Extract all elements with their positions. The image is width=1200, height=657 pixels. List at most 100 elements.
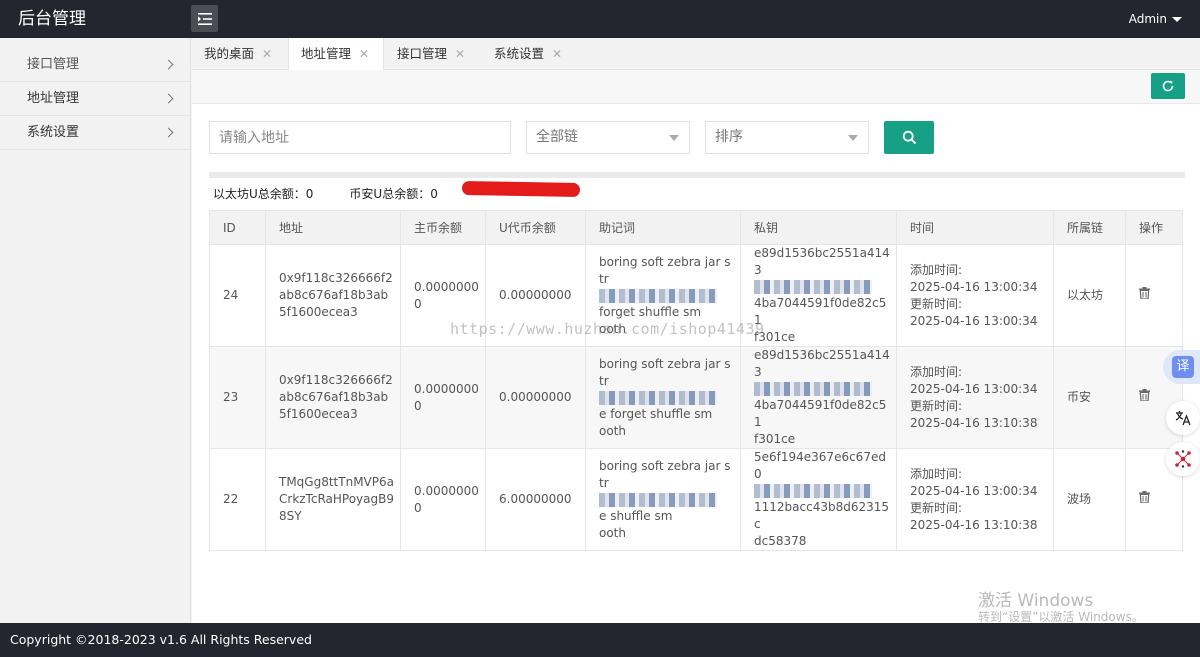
address-table: ID 地址 主币余额 U代币余额 助记词 私钥 时间 所属链 操作 24 0x9… bbox=[209, 210, 1183, 551]
key-text: 1112bacc43b8d62315c bbox=[754, 500, 890, 531]
sidebar-item-address[interactable]: 地址管理 bbox=[0, 82, 190, 116]
chevron-down-icon bbox=[848, 135, 858, 141]
divider bbox=[209, 172, 1185, 178]
translate-float-button[interactable]: 译 bbox=[1163, 350, 1200, 384]
trash-icon[interactable] bbox=[1139, 491, 1150, 508]
key-text: 4ba7044591f0de82c51 bbox=[754, 398, 887, 429]
cell-address: 0x9f118c326666f2ab8c676af18b3ab5f1600ece… bbox=[265, 346, 401, 449]
cell-chain: 波场 bbox=[1053, 448, 1126, 551]
caret-down-icon bbox=[1172, 17, 1182, 22]
time-value: 2025-04-16 13:00:34 bbox=[910, 279, 1038, 294]
toolbar bbox=[192, 70, 1200, 104]
sidebar: 接口管理 地址管理 系统设置 bbox=[0, 38, 191, 623]
refresh-icon bbox=[1162, 80, 1174, 92]
blurred-region bbox=[599, 390, 717, 405]
sidebar-item-api[interactable]: 接口管理 bbox=[0, 48, 190, 82]
time-value: 2025-04-16 13:00:34 bbox=[910, 313, 1038, 328]
time-value: 2025-04-16 13:00:34 bbox=[910, 483, 1038, 498]
col-time: 时间 bbox=[896, 210, 1054, 245]
close-icon[interactable]: ✕ bbox=[359, 47, 369, 61]
network-tool-button[interactable] bbox=[1166, 442, 1200, 476]
mnemonic-text: e shuffle sm bbox=[599, 508, 673, 523]
mnemonic-text: boring soft zebra jar str bbox=[599, 458, 731, 490]
time-label: 添加时间: bbox=[910, 466, 963, 481]
sort-select[interactable]: 排序 bbox=[705, 121, 869, 154]
cell-main-balance: 0.00000000 bbox=[400, 346, 486, 449]
blurred-region bbox=[754, 280, 872, 294]
table-row: 22 TMqGg8ttTnMVP6aCrkzTcRaHPoyagB98SY 0.… bbox=[209, 448, 1183, 551]
time-value: 2025-04-16 13:10:38 bbox=[910, 517, 1038, 532]
footer: Copyright ©2018-2023 v1.6 All Rights Res… bbox=[0, 623, 1200, 657]
language-button[interactable] bbox=[1166, 401, 1200, 435]
cell-id: 22 bbox=[209, 448, 266, 551]
col-main-balance: 主币余额 bbox=[400, 210, 486, 245]
col-chain: 所属链 bbox=[1053, 210, 1126, 245]
mnemonic-text: boring soft zebra jar str bbox=[599, 254, 731, 286]
close-icon[interactable]: ✕ bbox=[552, 47, 562, 61]
search-button[interactable] bbox=[884, 121, 934, 154]
mnemonic-text: boring soft zebra jar str bbox=[599, 356, 731, 388]
trash-icon[interactable] bbox=[1139, 389, 1150, 406]
chain-select-value: 全部链 bbox=[536, 129, 578, 145]
cell-mnemonic: boring soft zebra jar str e forget shuff… bbox=[585, 346, 741, 449]
table-header-row: ID 地址 主币余额 U代币余额 助记词 私钥 时间 所属链 操作 bbox=[209, 210, 1183, 245]
tab-label: 地址管理 bbox=[301, 46, 352, 61]
network-icon bbox=[1175, 450, 1191, 468]
blurred-region bbox=[754, 484, 872, 498]
cell-private-key: 5e6f194e367e6c67ed0 1112bacc43b8d62315c … bbox=[740, 448, 897, 551]
cell-private-key: e89d1536bc2551a4143 4ba7044591f0de82c51 … bbox=[740, 346, 897, 449]
menu-toggle-button[interactable] bbox=[191, 5, 218, 32]
sort-select-value: 排序 bbox=[715, 129, 743, 145]
mnemonic-text: e forget shuffle sm bbox=[599, 406, 713, 421]
tab-address[interactable]: 地址管理 ✕ bbox=[288, 38, 384, 71]
redaction-mark bbox=[461, 180, 581, 198]
tab-settings[interactable]: 系统设置 ✕ bbox=[481, 38, 578, 70]
user-name: Admin bbox=[1128, 12, 1167, 26]
chevron-right-icon bbox=[163, 93, 174, 104]
mnemonic-text: forget shuffle sm bbox=[599, 304, 702, 319]
address-search-input[interactable] bbox=[209, 121, 511, 154]
cell-actions bbox=[1125, 244, 1183, 347]
cell-time: 添加时间: 2025-04-16 13:00:34 更新时间: 2025-04-… bbox=[896, 244, 1054, 347]
cell-time: 添加时间: 2025-04-16 13:00:34 更新时间: 2025-04-… bbox=[896, 346, 1054, 449]
site-watermark: https://www.huzhan.com/ishop41439 bbox=[450, 320, 765, 338]
search-icon bbox=[902, 130, 916, 145]
trash-icon[interactable] bbox=[1139, 287, 1150, 304]
cell-mnemonic: boring soft zebra jar str e shuffle sm o… bbox=[585, 448, 741, 551]
table-row: 23 0x9f118c326666f2ab8c676af18b3ab5f1600… bbox=[209, 346, 1183, 449]
blurred-region bbox=[599, 492, 717, 507]
blurred-region bbox=[599, 288, 717, 303]
chevron-down-icon bbox=[669, 135, 679, 141]
tab-api[interactable]: 接口管理 ✕ bbox=[384, 38, 481, 70]
balance-summary: 以太坊U总余额：0 币安U总余额：0 bbox=[213, 185, 474, 202]
refresh-button[interactable] bbox=[1151, 73, 1185, 99]
chain-select[interactable]: 全部链 bbox=[526, 121, 690, 154]
copyright-text: Copyright ©2018-2023 v1.6 All Rights Res… bbox=[10, 632, 312, 647]
close-icon[interactable]: ✕ bbox=[262, 47, 272, 61]
key-text: e89d1536bc2551a4143 bbox=[754, 246, 890, 277]
bsc-total: 币安U总余额：0 bbox=[349, 187, 438, 201]
cell-address: 0x9f118c326666f2ab8c676af18b3ab5f1600ece… bbox=[265, 244, 401, 347]
cell-id: 23 bbox=[209, 346, 266, 449]
eth-total: 以太坊U总余额：0 bbox=[213, 187, 314, 201]
sidebar-item-label: 地址管理 bbox=[27, 91, 80, 106]
sidebar-item-label: 系统设置 bbox=[27, 125, 80, 140]
col-address: 地址 bbox=[265, 210, 401, 245]
key-text: 4ba7044591f0de82c51 bbox=[754, 296, 887, 327]
time-label: 更新时间: bbox=[910, 398, 963, 413]
col-private-key: 私钥 bbox=[740, 210, 897, 245]
close-icon[interactable]: ✕ bbox=[455, 47, 465, 61]
user-menu[interactable]: Admin bbox=[1129, 0, 1182, 38]
cell-main-balance: 0.00000000 bbox=[400, 448, 486, 551]
translate-icon bbox=[1175, 411, 1191, 426]
tab-label: 我的桌面 bbox=[204, 46, 255, 61]
cell-address: TMqGg8ttTnMVP6aCrkzTcRaHPoyagB98SY bbox=[265, 448, 401, 551]
sidebar-item-settings[interactable]: 系统设置 bbox=[0, 116, 190, 150]
tab-desktop[interactable]: 我的桌面 ✕ bbox=[191, 38, 288, 70]
time-value: 2025-04-16 13:10:38 bbox=[910, 415, 1038, 430]
col-u-balance: U代币余额 bbox=[485, 210, 586, 245]
mnemonic-text: ooth bbox=[599, 525, 626, 540]
mnemonic-text: ooth bbox=[599, 423, 626, 438]
menu-icon bbox=[197, 12, 212, 25]
key-text: e89d1536bc2551a4143 bbox=[754, 348, 890, 379]
